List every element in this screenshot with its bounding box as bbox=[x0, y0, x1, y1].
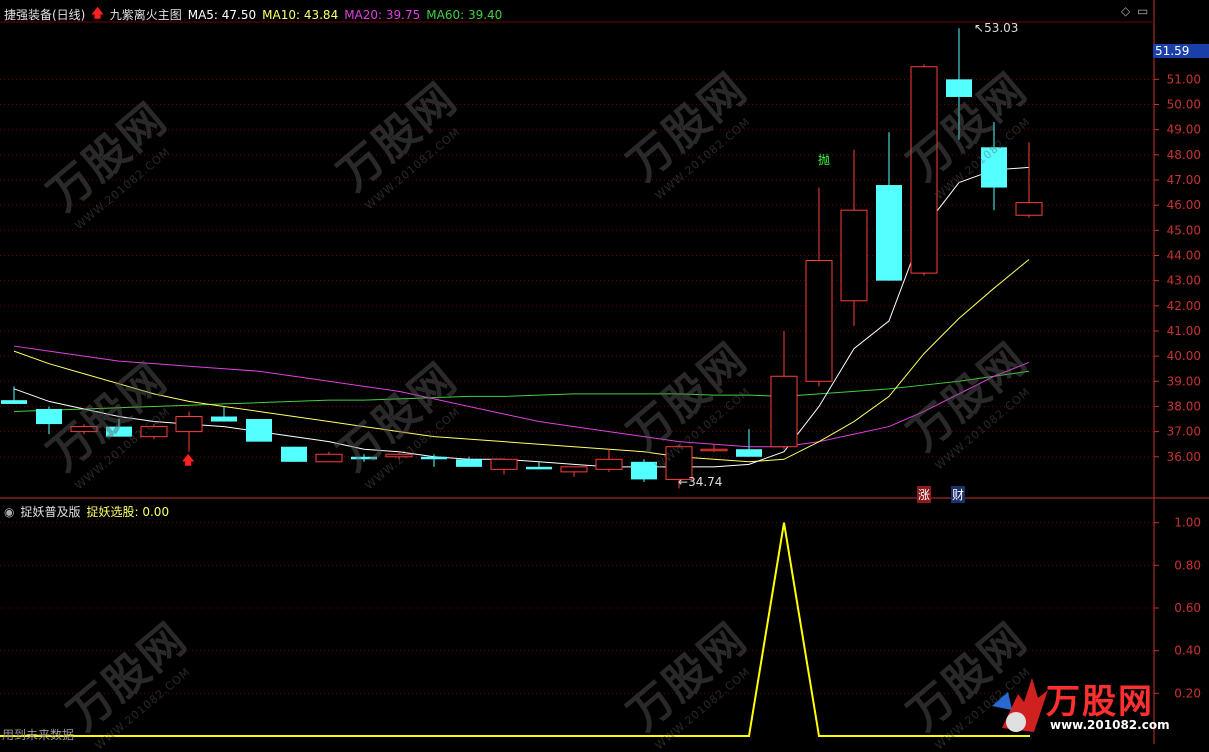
candle-body bbox=[175, 416, 203, 433]
rise-badge[interactable]: 涨 bbox=[917, 486, 932, 503]
y-tick-label: 37.00 bbox=[1167, 425, 1201, 439]
y-tick-label: 49.00 bbox=[1167, 123, 1201, 137]
price-tag: 51.59 bbox=[1153, 44, 1209, 58]
candle-body bbox=[946, 79, 972, 97]
sub-y-tick-label: 1.00 bbox=[1174, 516, 1201, 530]
candle-body bbox=[736, 449, 762, 457]
stock-title[interactable]: 捷强装备(日线) bbox=[4, 6, 85, 23]
low-label: ←34.74 bbox=[678, 475, 723, 489]
signal-line bbox=[0, 522, 1030, 737]
candle-body bbox=[805, 260, 833, 382]
sub-y-tick-label: 0.60 bbox=[1174, 601, 1201, 615]
diamond-icon[interactable]: ◇ bbox=[1121, 4, 1130, 18]
sell-signal: 抛 bbox=[818, 153, 831, 167]
candle-body bbox=[106, 426, 132, 437]
candle-body bbox=[840, 209, 868, 302]
indicator-name[interactable]: 九紫离火主图 bbox=[110, 6, 182, 23]
candle-body bbox=[981, 147, 1007, 188]
y-tick-label: 51.00 bbox=[1167, 72, 1201, 86]
logo-url: www.201082.com bbox=[1050, 718, 1170, 732]
finance-badge[interactable]: 财 bbox=[951, 486, 966, 503]
main-header: 捷强装备(日线) 🡅 九紫离火主图 MA5: 47.50 MA10: 43.84… bbox=[4, 4, 502, 25]
ma5-label: MA5: 47.50 bbox=[187, 7, 257, 22]
y-tick-label: 50.00 bbox=[1167, 98, 1201, 112]
y-tick-label: 38.00 bbox=[1167, 399, 1201, 413]
ma60-label: MA60: 39.40 bbox=[426, 7, 503, 22]
y-tick-label: 39.00 bbox=[1167, 374, 1201, 388]
candle-body bbox=[631, 461, 657, 480]
candle-body bbox=[770, 375, 798, 448]
candle-body bbox=[281, 446, 307, 462]
y-tick-label: 36.00 bbox=[1167, 450, 1201, 464]
candle-body bbox=[36, 408, 62, 425]
candle-body bbox=[595, 458, 623, 470]
y-tick-label: 43.00 bbox=[1167, 274, 1201, 288]
candle-body bbox=[70, 426, 98, 433]
y-tick-label: 45.00 bbox=[1167, 223, 1201, 237]
candle-body bbox=[1015, 202, 1043, 216]
candle-body bbox=[1, 400, 27, 404]
y-tick-label: 48.00 bbox=[1167, 148, 1201, 162]
up-arrow-icon: 🡅 bbox=[91, 6, 104, 20]
sub-y-tick-label: 0.80 bbox=[1174, 558, 1201, 572]
chart-canvas: 36.00 37.00 38.00 39.00 40.00 41.00 42.00 43.00… bbox=[0, 0, 1209, 744]
high-label: ↖53.03 bbox=[974, 21, 1019, 35]
sub-indicator-name[interactable]: 捉妖普及版 bbox=[20, 503, 80, 520]
y-tick-label: 46.00 bbox=[1167, 198, 1201, 212]
ma10-label: MA10: 43.84 bbox=[262, 7, 339, 22]
y-tick-label: 40.00 bbox=[1167, 349, 1201, 363]
candle-body bbox=[560, 466, 588, 473]
sub-y-tick-label: 0.40 bbox=[1174, 644, 1201, 658]
candle-body bbox=[456, 459, 482, 467]
footer-note: 用到未来数据 bbox=[2, 728, 75, 742]
candle-body bbox=[700, 448, 728, 452]
y-tick-label: 41.00 bbox=[1167, 324, 1201, 338]
buy-arrow-icon: 🡅 bbox=[182, 453, 195, 467]
candle-body bbox=[140, 426, 168, 438]
y-tick-label: 47.00 bbox=[1167, 173, 1201, 187]
candle-body bbox=[876, 185, 902, 281]
sub-value-label: 捉妖选股: 0.00 bbox=[86, 505, 170, 519]
candle-body bbox=[490, 458, 518, 470]
logo: 万股网 www.201082.com bbox=[990, 672, 1190, 742]
candle-body bbox=[315, 453, 343, 463]
y-tick-label: 42.00 bbox=[1167, 299, 1201, 313]
logo-name: 万股网 bbox=[1046, 682, 1154, 722]
candle-body bbox=[910, 66, 938, 274]
candle-body bbox=[421, 456, 447, 460]
sub-header: ◉ 捉妖普及版 捉妖选股: 0.00 bbox=[4, 503, 169, 520]
candle-body bbox=[385, 453, 413, 458]
collapse-icon[interactable]: ◉ bbox=[4, 505, 14, 519]
y-tick-label: 44.00 bbox=[1167, 248, 1201, 262]
candle-body bbox=[211, 416, 237, 422]
ma20-label: MA20: 39.75 bbox=[344, 7, 421, 22]
candle-body bbox=[526, 466, 552, 470]
candle-body bbox=[246, 419, 272, 442]
candle-body bbox=[351, 456, 377, 460]
window-icon[interactable]: ▭ bbox=[1137, 4, 1148, 18]
